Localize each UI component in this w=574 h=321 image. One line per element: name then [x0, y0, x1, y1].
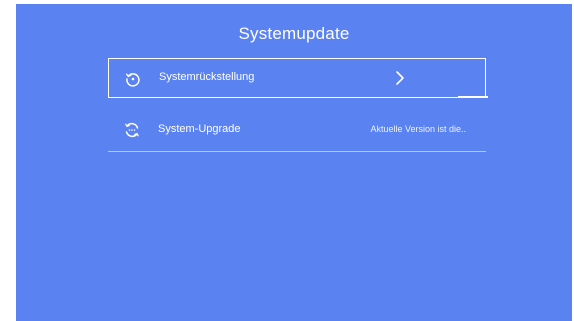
menu-item-label: Systemrückstellung [159, 71, 255, 83]
page-title: Systemupdate [238, 24, 350, 43]
current-version-text: Aktuelle Version ist die.. [370, 124, 466, 134]
focus-indicator [458, 96, 488, 98]
settings-screen: Systemupdate Systemrückstellung System-U… [16, 4, 572, 321]
upgrade-icon [125, 122, 139, 138]
menu-item-system-upgrade[interactable]: System-Upgrade Aktuelle Version ist die.… [108, 112, 486, 152]
menu-item-label: System-Upgrade [158, 123, 241, 135]
reset-icon [125, 73, 140, 87]
chevron-right-icon [396, 71, 404, 85]
menu-item-system-reset[interactable]: Systemrückstellung [108, 58, 486, 98]
